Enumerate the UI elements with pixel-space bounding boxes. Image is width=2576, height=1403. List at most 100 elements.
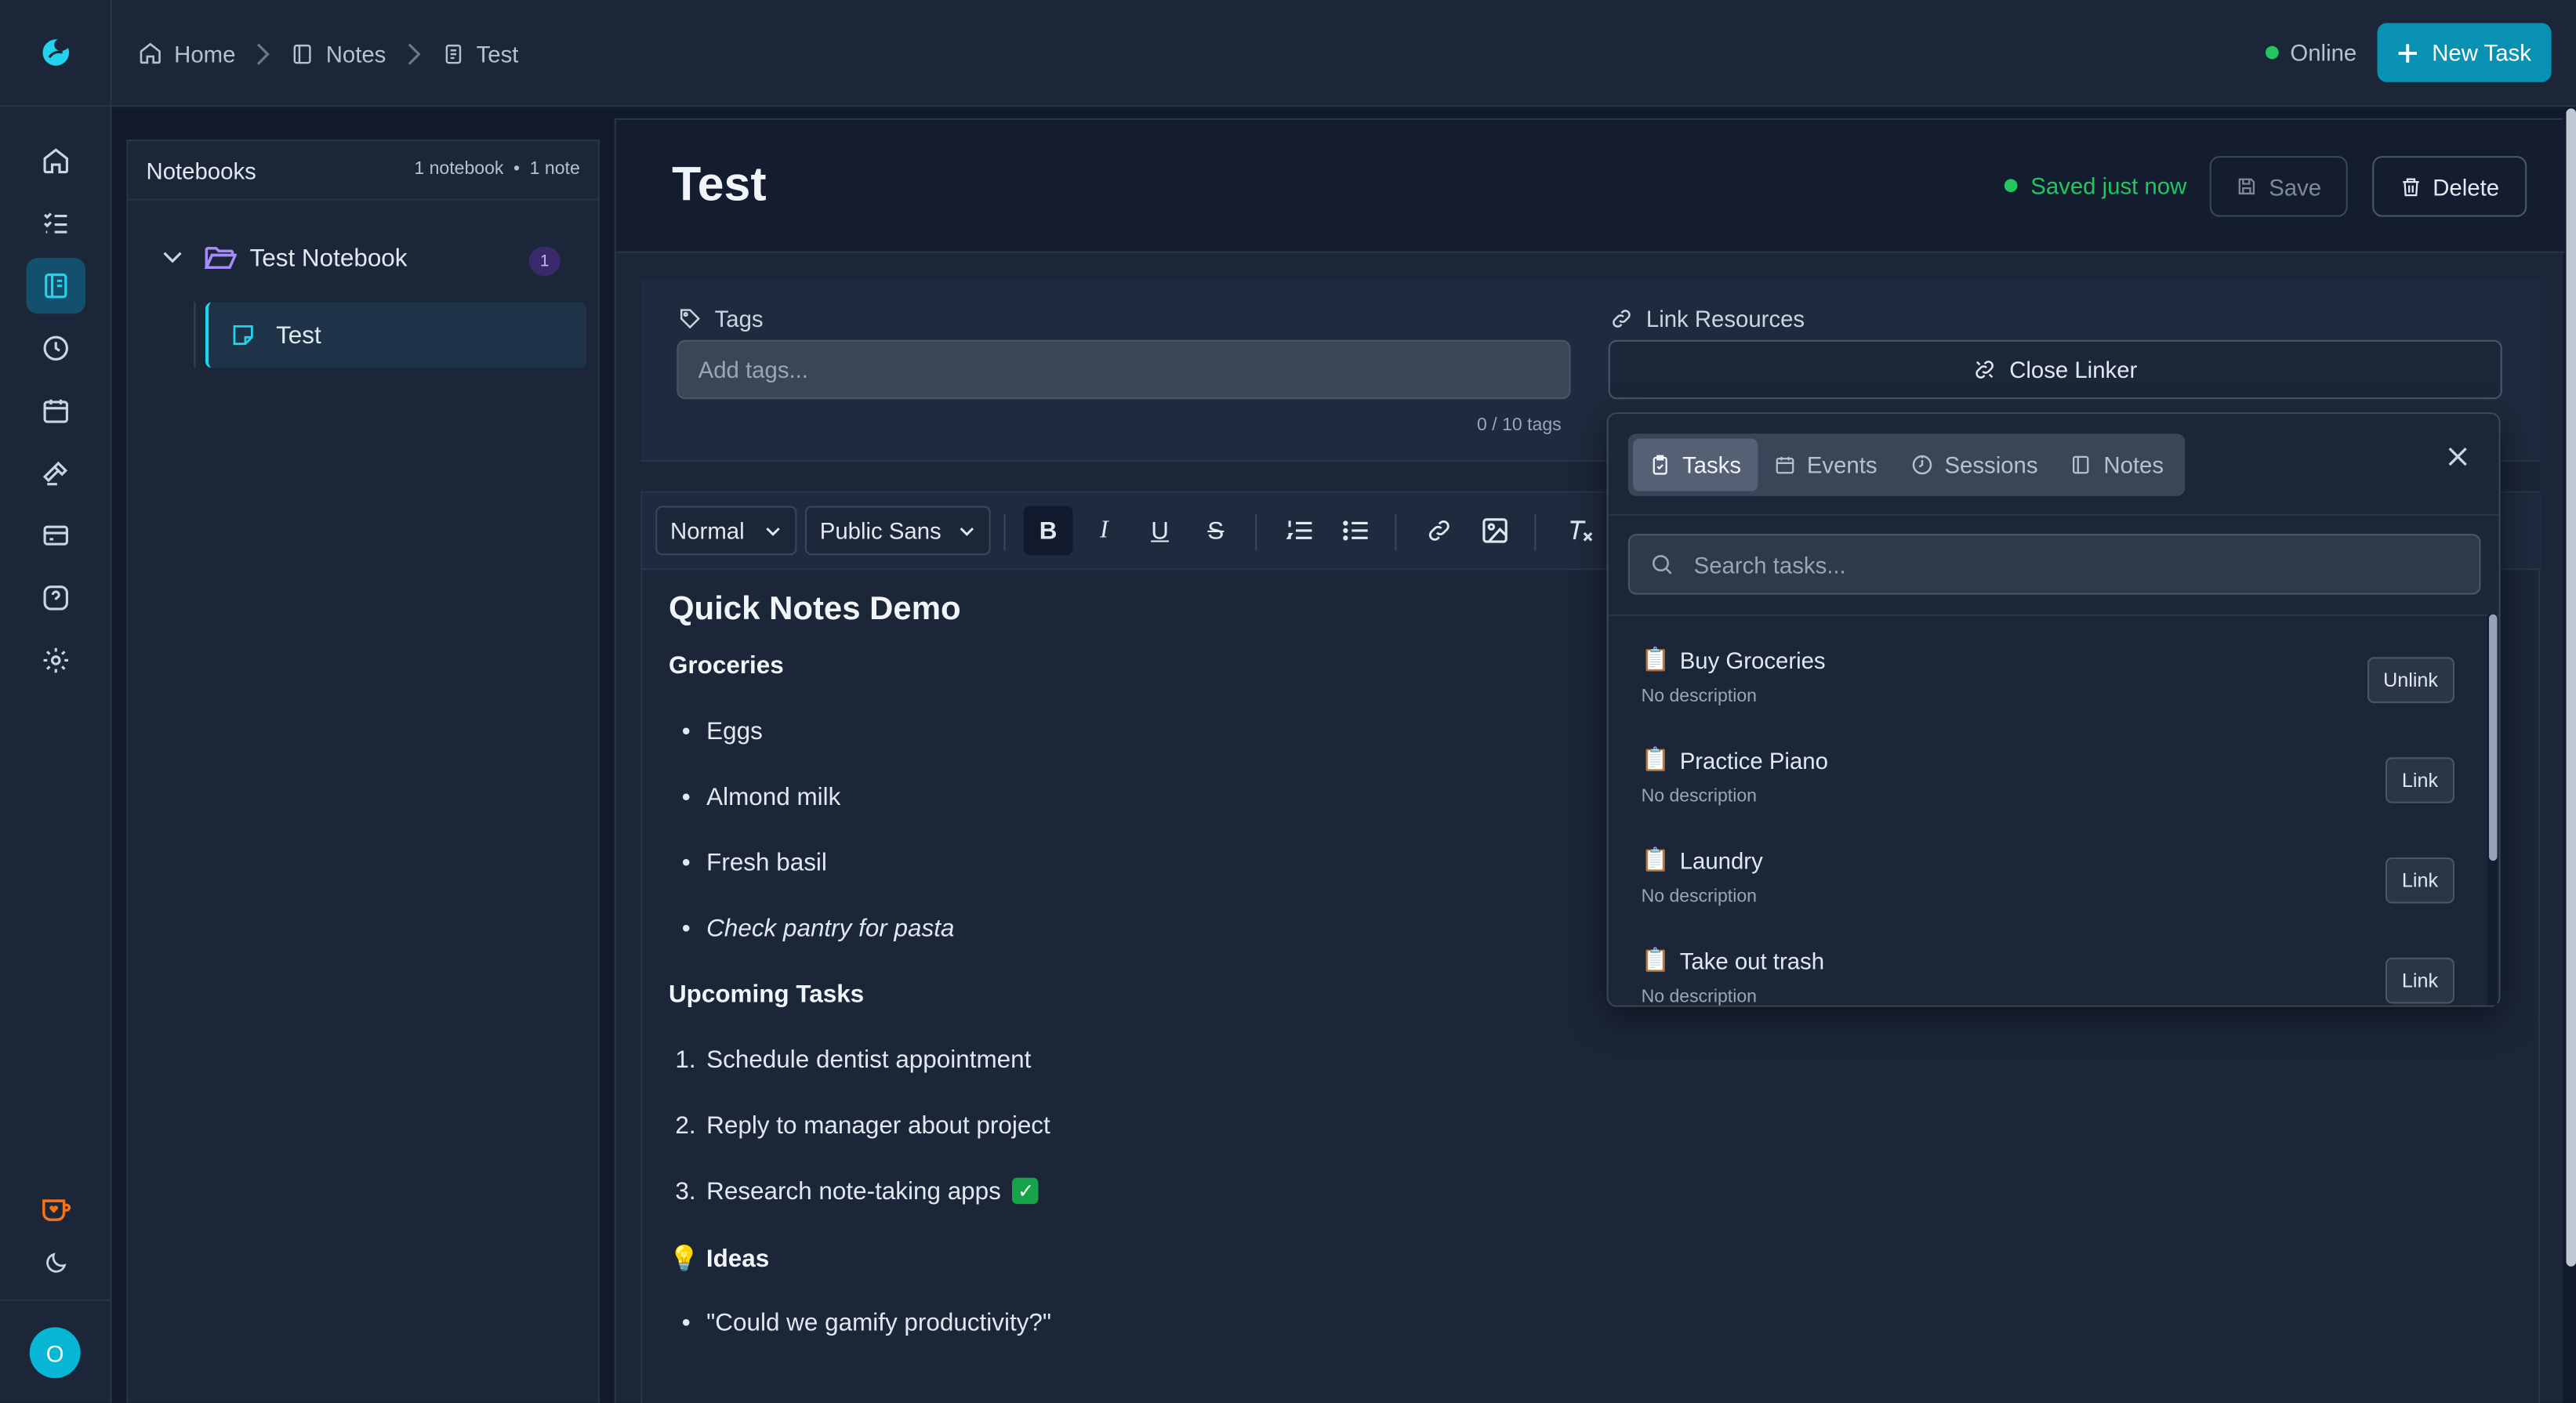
list-item: • Check pantry for pasta [681, 915, 955, 943]
clear-format-icon [1570, 520, 1593, 542]
support-button[interactable] [27, 1187, 85, 1230]
link-button[interactable]: Link [2385, 857, 2454, 904]
resource-tabs: Tasks Events Sessions Notes [1627, 433, 2186, 496]
notebook-icon [2073, 455, 2090, 474]
unlink-icon [1976, 361, 1994, 379]
sidebar-item-notes[interactable] [26, 258, 85, 314]
chevron-down-icon[interactable] [161, 246, 183, 269]
sidebar-item-tools[interactable] [27, 445, 85, 501]
block-style-select[interactable]: Normal [655, 506, 797, 556]
tags-input[interactable]: Add tags... [677, 339, 1571, 400]
bullet-list-button[interactable] [1331, 506, 1381, 555]
moon-icon [46, 1253, 67, 1273]
italic-button[interactable]: I [1079, 506, 1129, 555]
underline-button[interactable]: U [1135, 506, 1185, 555]
save-status-label: Saved just now [2030, 172, 2187, 199]
app-logo[interactable] [0, 0, 112, 107]
connection-status: Online [2265, 39, 2356, 66]
theme-toggle[interactable] [27, 1242, 85, 1284]
close-icon [2448, 447, 2467, 466]
list-item: 📋 Practice Piano No description Link [1642, 716, 2463, 817]
page-title: Test [672, 159, 767, 212]
link-button[interactable]: Link [2385, 957, 2454, 1004]
breadcrumb-notes[interactable]: Notes [292, 40, 386, 67]
list-item: 1. Schedule dentist appointment [675, 1046, 1032, 1075]
font-select[interactable]: Public Sans [804, 506, 991, 556]
list-item: 📋 Buy Groceries No description Unlink [1642, 616, 2463, 716]
clipboard-icon: 📋 [1641, 645, 1671, 672]
tab-events[interactable]: Events [1758, 439, 1894, 491]
doc-heading: Quick Notes Demo [668, 591, 961, 628]
underline-icon: U [1151, 517, 1169, 545]
breadcrumb-home[interactable]: Home [138, 40, 235, 67]
save-icon [2238, 178, 2255, 195]
sidebar-item-settings[interactable] [27, 633, 85, 688]
ordered-list-icon [1286, 520, 1312, 539]
status-dot [2004, 179, 2018, 193]
clipboard-icon: 📋 [1641, 946, 1671, 973]
sidebar-item-history[interactable] [27, 321, 85, 376]
sidebar-item-billing[interactable] [27, 508, 85, 564]
section-heading: Groceries [668, 651, 784, 680]
delete-button[interactable]: Delete [2372, 156, 2527, 217]
page-scroll-thumb[interactable] [2566, 108, 2576, 1267]
chevron-down-icon [960, 527, 974, 535]
calendar-icon [43, 399, 68, 423]
insert-image-button[interactable] [1471, 506, 1520, 555]
list-item: • Eggs [681, 717, 763, 746]
card-icon [43, 525, 68, 546]
document-icon [445, 43, 462, 63]
delete-label: Delete [2433, 173, 2500, 200]
status-dot [2265, 45, 2279, 60]
save-button[interactable]: Save [2209, 156, 2348, 217]
strike-button[interactable]: S [1191, 506, 1240, 555]
image-icon [1482, 518, 1508, 543]
chevron-down-icon [766, 527, 780, 535]
sidebar-item-calendar[interactable] [27, 382, 85, 438]
notebook-row[interactable]: Test Notebook 1 [161, 243, 563, 277]
clock-icon [43, 335, 68, 361]
breadcrumb-label: Notes [325, 40, 386, 67]
clear-format-button[interactable] [1556, 506, 1605, 555]
chevron-right-icon [256, 42, 272, 64]
new-task-button[interactable]: New Task [2377, 23, 2552, 82]
insert-link-button[interactable] [1414, 506, 1464, 555]
top-bar: Home Notes Test Online New Task [111, 0, 2576, 107]
logo-icon [42, 39, 70, 66]
home-icon [43, 148, 68, 174]
notes-icon [294, 43, 312, 63]
notebooks-counts: 1 notebook • 1 note [414, 159, 580, 179]
list-item: 📋 Take out trash No description Link [1642, 916, 2463, 1006]
gear-icon [43, 647, 68, 673]
list-scroll-thumb[interactable] [2488, 614, 2498, 861]
bold-button[interactable]: B [1023, 506, 1073, 556]
unlink-button[interactable]: Unlink [2367, 657, 2454, 703]
avatar[interactable]: O [29, 1327, 81, 1379]
search-input[interactable]: Search tasks... [1627, 534, 2481, 595]
sidebar-item-home[interactable] [27, 133, 85, 189]
link-icon [1428, 520, 1449, 541]
tab-notes[interactable]: Notes [2055, 439, 2180, 491]
save-status: Saved just now [2004, 172, 2187, 199]
section-heading: 💡 Ideas [668, 1245, 770, 1274]
resource-list: 📋 Buy Groceries No description Unlink 📋 Pr… [1609, 616, 2486, 1006]
note-list-label: Test [276, 321, 321, 350]
sidebar-item-tasks[interactable] [27, 195, 85, 251]
breadcrumb-test[interactable]: Test [442, 40, 518, 67]
tab-tasks[interactable]: Tasks [1633, 438, 1758, 491]
ordered-list-button[interactable] [1275, 506, 1324, 555]
link-button[interactable]: Link [2385, 757, 2454, 803]
icon-rail: O [0, 0, 112, 1403]
note-list-item[interactable]: Test [205, 302, 587, 368]
close-popover-button[interactable] [2448, 447, 2468, 466]
check-mark-icon: ✓ [1012, 1177, 1039, 1205]
tab-sessions[interactable]: Sessions [1894, 439, 2055, 491]
sidebar-item-help[interactable] [27, 570, 85, 625]
breadcrumb: Home Notes Test [138, 0, 518, 107]
document-body[interactable]: Quick Notes Demo Groceries • Eggs • Almond… [669, 591, 1589, 1375]
clipboard-check-icon [1653, 455, 1667, 475]
hammer-icon [42, 461, 68, 486]
breadcrumb-label: Home [174, 40, 236, 67]
close-linker-button[interactable]: Close Linker [1608, 339, 2502, 400]
strikethrough-icon: S [1207, 517, 1225, 545]
